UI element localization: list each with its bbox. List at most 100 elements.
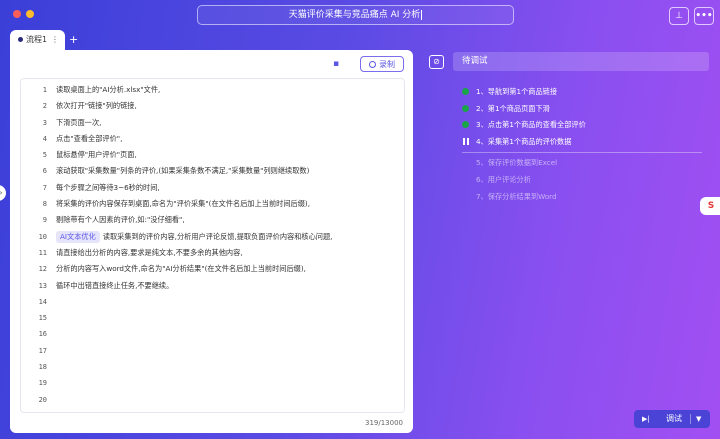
line-number: 20 (38, 395, 47, 404)
flow-title-input[interactable]: 天猫评价采集与竞品痛点 AI 分析 (197, 5, 514, 25)
text-caret (421, 9, 423, 20)
debug-panel-icon[interactable]: ⊘ (429, 55, 444, 69)
editor-line[interactable] (56, 359, 401, 375)
pin-button[interactable]: ⊥ (669, 7, 689, 25)
step-label: 1、导航到第1个商品链接 (476, 87, 558, 96)
ai-text-optimize-tag[interactable]: AI文本优化 (56, 230, 100, 243)
step-label: 4、采集第1个商品的评价数据 (476, 136, 572, 146)
step-label: 3、点击第1个商品的查看全部评价 (476, 120, 586, 130)
line-number: 17 (38, 346, 47, 355)
tab-flow-1[interactable]: 流程1 ⋮ (10, 30, 65, 50)
title-bar: 天猫评价采集与竞品痛点 AI 分析 ⊥ ••• (0, 0, 720, 32)
debug-step-list: 1、导航到第1个商品链接 2、第1个商品页面下滑 3、点击第1个商品的查看全部评价 4… (462, 84, 702, 205)
line-number: 7 (42, 183, 47, 192)
editor-line[interactable] (56, 310, 401, 326)
minimize-window-button[interactable] (26, 10, 34, 18)
record-button[interactable]: 录制 (360, 56, 404, 72)
editor-line[interactable] (56, 375, 401, 391)
more-icon: ••• (695, 11, 713, 21)
editor-line[interactable]: 滚动获取"采集数量"列条的评价,(如果采集条数不满足,"采集数量"列则继续取数) (56, 163, 401, 179)
chevron-down-icon[interactable]: ▼ (696, 410, 701, 428)
editor-line[interactable]: 剔除带有个人因素的评价,如:"没仔细看", (56, 212, 401, 228)
editor-line[interactable]: 每个步骤之间等待3~6秒的时间, (56, 180, 401, 196)
save-icon[interactable]: ▪ (333, 59, 343, 69)
editor-line[interactable]: 下滑页面一次, (56, 115, 401, 131)
step-done-icon (462, 104, 469, 112)
add-tab-button[interactable]: + (69, 30, 78, 50)
line-number: 11 (38, 248, 47, 257)
pause-icon (463, 137, 469, 145)
editor-line-text: 读取采集到的评价内容,分析用户评论反馈,提取负面评价内容和核心问题, (102, 231, 333, 241)
editor-line[interactable]: 分析的内容写入word文件,命名为"AI分析结果"(在文件名后加上当前时间后缀)… (56, 261, 401, 277)
char-counter: 319/13000 (365, 419, 403, 427)
debug-step[interactable]: 2、第1个商品页面下滑 (462, 101, 702, 118)
line-number: 19 (38, 379, 47, 388)
line-number: 14 (38, 297, 47, 306)
flow-title-text: 天猫评价采集与竞品痛点 AI 分析 (288, 10, 421, 20)
line-number: 9 (42, 216, 47, 225)
chevron-right-icon: › (0, 189, 2, 197)
debug-step[interactable]: 4、采集第1个商品的评价数据 (462, 134, 702, 151)
editor-line[interactable] (56, 343, 401, 359)
line-number: 8 (42, 200, 47, 209)
editor-line[interactable]: 读取桌面上的"AI分析.xlsx"文件, (56, 82, 401, 98)
editor-line[interactable] (56, 294, 401, 310)
brand-logo[interactable]: S (700, 197, 720, 215)
editor-line[interactable]: 鼠标悬停"用户评价"页面, (56, 147, 401, 163)
debug-button[interactable]: ▶| 调试 ▼ (634, 410, 710, 428)
debug-step[interactable]: 3、点击第1个商品的查看全部评价 (462, 117, 702, 134)
line-number: 3 (42, 118, 47, 127)
line-number: 13 (38, 281, 47, 290)
debug-label: 调试 (666, 414, 682, 423)
step-done-icon (462, 88, 469, 95)
tab-status-dot (18, 37, 23, 42)
record-label: 录制 (379, 60, 395, 69)
editor-line[interactable] (56, 408, 401, 412)
line-number: 10 (38, 232, 47, 241)
line-number: 6 (42, 167, 47, 176)
line-number: 21 (21, 408, 47, 413)
divider (690, 414, 691, 424)
line-number: 4 (42, 134, 47, 143)
close-window-button[interactable] (13, 10, 21, 18)
tab-label: 流程1 (26, 35, 48, 44)
tab-strip: 流程1 ⋮ + (0, 30, 720, 50)
editor-lines[interactable]: 读取桌面上的"AI分析.xlsx"文件, 依次打开"链接"列的链接, 下滑页面一次,… (56, 82, 401, 412)
step-divider (462, 152, 702, 154)
more-button[interactable]: ••• (694, 7, 714, 25)
tab-menu-icon[interactable]: ⋮ (51, 30, 59, 50)
bug-icon: ⊘ (433, 57, 440, 66)
editor-line[interactable]: 循环中出错直接终止任务,不要继续。 (56, 278, 401, 294)
line-number: 12 (38, 265, 47, 274)
collapse-handle[interactable]: › (0, 185, 6, 201)
editor-panel: ▪ 录制 12345678910111213141516171819202122… (10, 50, 413, 433)
step-label: 6、用户评论分析 (476, 174, 531, 184)
debug-step[interactable]: 1、导航到第1个商品链接 (462, 84, 702, 101)
play-icon: ▶| (642, 415, 650, 423)
step-done-icon (462, 121, 469, 129)
step-label: 5、保存评价数据到Excel (476, 158, 558, 168)
editor-line[interactable] (56, 392, 401, 408)
editor-line[interactable]: 点击"查看全部评价", (56, 131, 401, 147)
record-icon (369, 61, 376, 68)
editor-line[interactable]: AI文本优化 读取采集到的评价内容,分析用户评论反馈,提取负面评价内容和核心问题, (56, 229, 401, 245)
editor-line[interactable]: 将采集的评价内容保存到桌面,命名为"评价采集"(在文件名后加上当前时间后缀), (56, 196, 401, 212)
debug-panel-title: 待调试 (453, 52, 709, 71)
line-number: 5 (42, 151, 47, 160)
line-number: 2 (42, 102, 47, 111)
editor-line[interactable]: 依次打开"链接"列的链接, (56, 98, 401, 114)
debug-step[interactable]: 7、保存分析结果到Word (462, 189, 702, 206)
editor-line[interactable] (56, 326, 401, 342)
instruction-editor[interactable]: 1234567891011121314151617181920212223 读取… (20, 78, 405, 413)
step-label: 2、第1个商品页面下滑 (476, 103, 550, 113)
debug-step[interactable]: 5、保存评价数据到Excel (462, 155, 702, 172)
line-number: 18 (38, 363, 47, 372)
line-number: 16 (38, 330, 47, 339)
line-number: 15 (38, 314, 47, 323)
step-label: 7、保存分析结果到Word (476, 191, 557, 201)
line-number-gutter: 1234567891011121314151617181920212223 (21, 82, 47, 413)
line-number: 1 (42, 86, 47, 94)
editor-line[interactable]: 请直接给出分析的内容,要求是纯文本,不要多余的其他内容, (56, 245, 401, 261)
pin-icon: ⊥ (675, 11, 683, 21)
debug-step[interactable]: 6、用户评论分析 (462, 172, 702, 189)
